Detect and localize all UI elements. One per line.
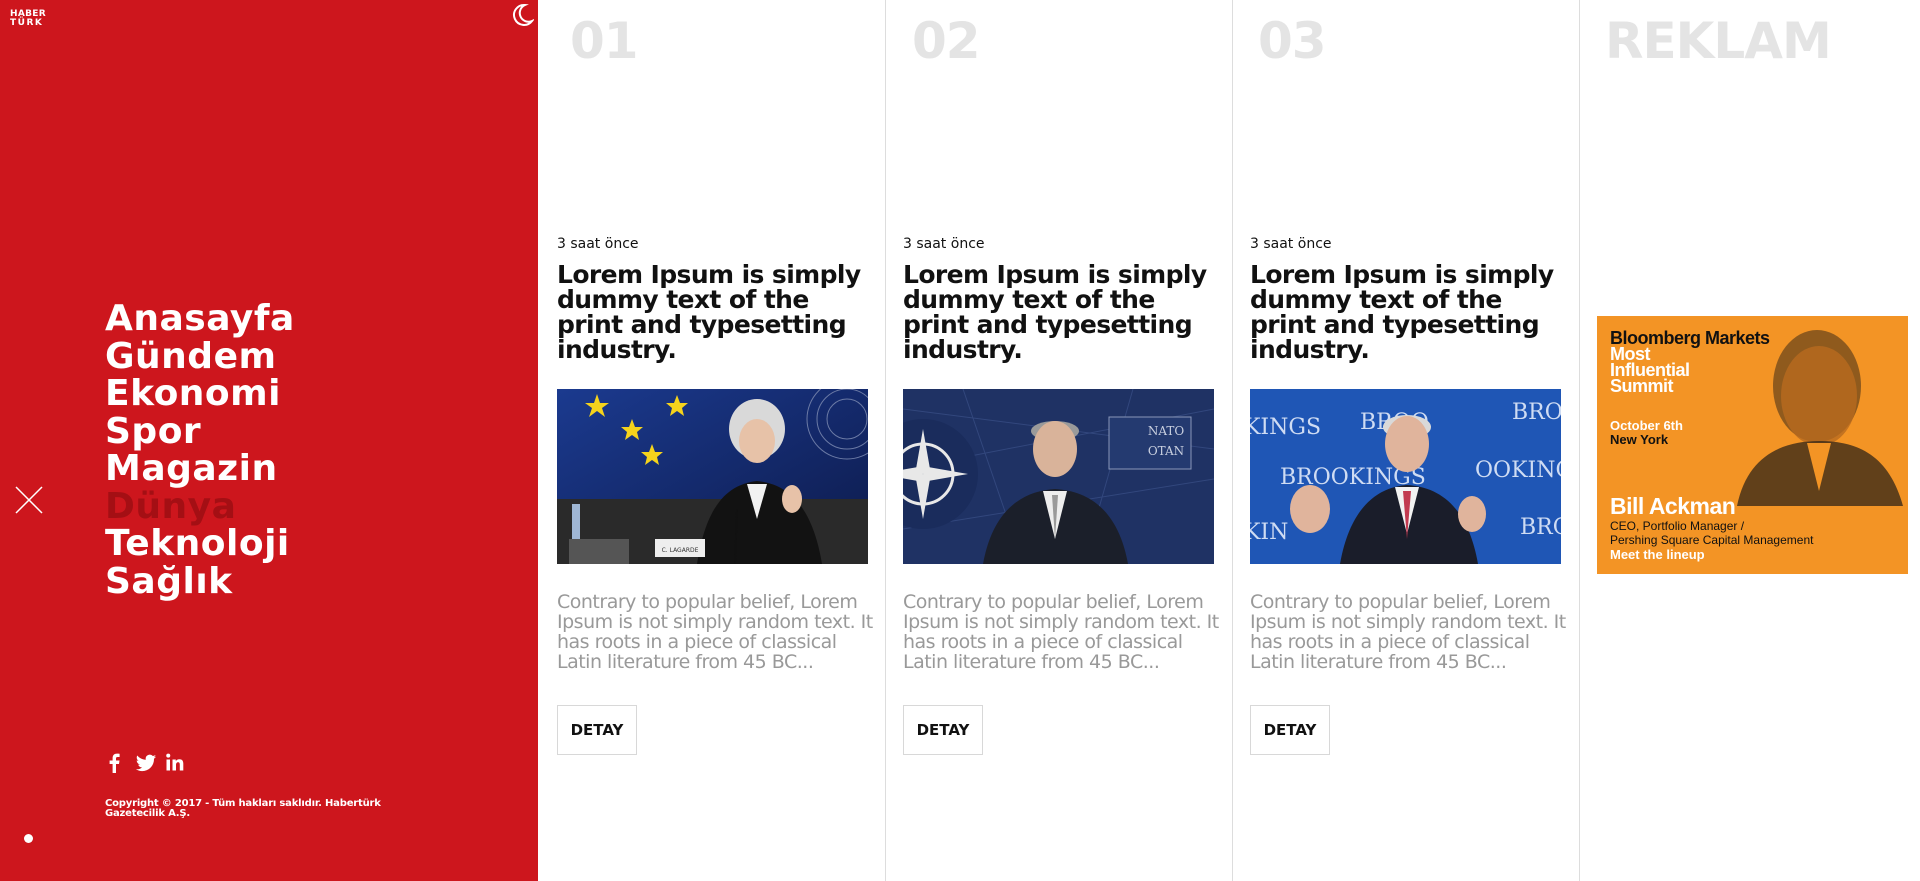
news-time: 3 saat önce bbox=[903, 236, 985, 252]
news-column-1: 01 3 saat önce Lorem Ipsum is simply dum… bbox=[539, 0, 886, 881]
ad-label: REKLAM bbox=[1605, 12, 1832, 70]
logo-line-2: TÜRK bbox=[10, 18, 44, 28]
ad-role-line: Pershing Square Capital Management bbox=[1610, 533, 1814, 547]
ad-cta-link[interactable]: Meet the lineup bbox=[1610, 547, 1705, 562]
copyright-text: Copyright © 2017 - Tüm hakları saklıdır.… bbox=[105, 798, 381, 819]
news-excerpt: Contrary to popular belief, Lorem Ipsum … bbox=[903, 591, 1219, 673]
nav-item-ekonomi[interactable]: Ekonomi bbox=[105, 375, 295, 413]
nav-item-saglik[interactable]: Sağlık bbox=[105, 562, 295, 601]
photo-nameplate: C. LAGARDE bbox=[662, 547, 699, 554]
news-photo[interactable]: KINGS BROO BRO BROOKINGS OOKINGS KIN BRO bbox=[1250, 389, 1561, 564]
detay-button[interactable]: DETAY bbox=[903, 705, 983, 755]
photo-sign-nato: NATO bbox=[1148, 424, 1185, 438]
news-photo[interactable]: C. LAGARDE bbox=[557, 389, 868, 564]
photo-backdrop-text: OOKINGS bbox=[1475, 458, 1561, 483]
nav-item-teknoloji[interactable]: Teknoloji bbox=[105, 525, 295, 563]
twitter-icon[interactable] bbox=[135, 752, 157, 774]
column-number: 02 bbox=[912, 12, 981, 70]
ad-person-name: Bill Ackman bbox=[1610, 493, 1736, 519]
ad-person-role: CEO, Portfolio Manager / Pershing Square… bbox=[1610, 519, 1870, 547]
close-icon[interactable] bbox=[14, 485, 44, 515]
detay-button[interactable]: DETAY bbox=[557, 705, 637, 755]
nav-item-gundem[interactable]: Gündem bbox=[105, 337, 295, 376]
news-column-3: 03 3 saat önce Lorem Ipsum is simply dum… bbox=[1233, 0, 1580, 881]
news-column-2: 02 3 saat önce Lorem Ipsum is simply dum… bbox=[886, 0, 1233, 881]
ad-date-text: October 6th bbox=[1610, 418, 1683, 433]
slider-dot[interactable] bbox=[24, 834, 33, 843]
news-photo[interactable]: NATO OTAN bbox=[903, 389, 1214, 564]
ad-location-text: New York bbox=[1610, 432, 1669, 447]
news-headline[interactable]: Lorem Ipsum is simply dummy text of the … bbox=[1250, 262, 1568, 362]
news-excerpt: Contrary to popular belief, Lorem Ipsum … bbox=[557, 591, 873, 673]
ad-title: Bloomberg Markets Most Influential Summi… bbox=[1610, 329, 1790, 396]
photo-backdrop-text: BRO bbox=[1520, 515, 1561, 540]
ad-role-line: CEO, Portfolio Manager / bbox=[1610, 519, 1745, 533]
ad-date: October 6th New York bbox=[1610, 419, 1750, 447]
social-links bbox=[105, 752, 185, 774]
nav-item-magazin[interactable]: Magazin bbox=[105, 450, 295, 488]
sidebar-menu: HABER TÜRK Anasayfa Gündem Ekonomi Spor … bbox=[0, 0, 538, 881]
news-time: 3 saat önce bbox=[557, 236, 639, 252]
nav-item-spor[interactable]: Spor bbox=[105, 412, 295, 451]
moon-icon[interactable] bbox=[510, 3, 536, 27]
news-excerpt: Contrary to popular belief, Lorem Ipsum … bbox=[1250, 591, 1566, 673]
main-nav: Anasayfa Gündem Ekonomi Spor Magazin Dün… bbox=[105, 300, 295, 600]
news-headline[interactable]: Lorem Ipsum is simply dummy text of the … bbox=[903, 262, 1221, 362]
news-headline[interactable]: Lorem Ipsum is simply dummy text of the … bbox=[557, 262, 875, 362]
linkedin-icon[interactable] bbox=[165, 752, 185, 774]
ad-banner[interactable]: Bloomberg Markets Most Influential Summi… bbox=[1597, 316, 1908, 574]
news-time: 3 saat önce bbox=[1250, 236, 1332, 252]
haberturk-logo[interactable]: HABER TÜRK bbox=[10, 10, 52, 32]
nav-item-dunya[interactable]: Dünya bbox=[105, 487, 295, 526]
facebook-icon[interactable] bbox=[105, 752, 125, 774]
column-number: 03 bbox=[1258, 12, 1327, 70]
photo-backdrop-text: KINGS bbox=[1250, 415, 1321, 440]
ad-subtitle-line: Summit bbox=[1610, 376, 1674, 396]
nav-item-anasayfa[interactable]: Anasayfa bbox=[105, 300, 295, 338]
photo-backdrop-text: BRO bbox=[1512, 400, 1561, 425]
detay-button[interactable]: DETAY bbox=[1250, 705, 1330, 755]
photo-sign-otan: OTAN bbox=[1148, 444, 1184, 458]
column-number: 01 bbox=[570, 12, 639, 70]
photo-backdrop-text: KIN bbox=[1250, 520, 1288, 545]
